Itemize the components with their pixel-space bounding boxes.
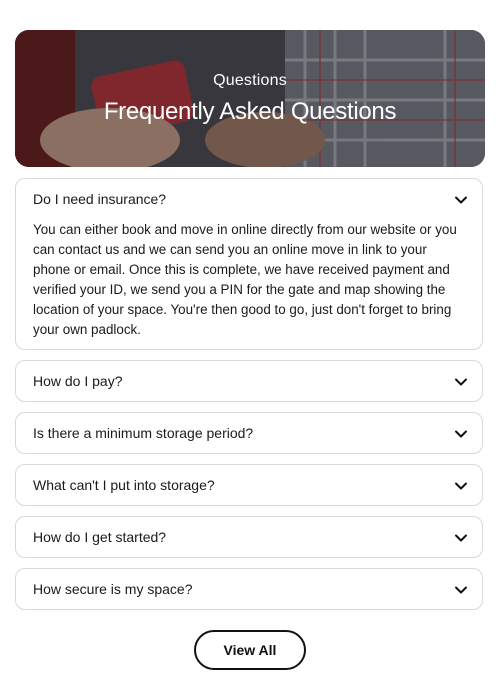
faq-item-minimum-period[interactable]: Is there a minimum storage period? <box>15 412 483 454</box>
faq-item-prohibited-items[interactable]: What can't I put into storage? <box>15 464 483 506</box>
chevron-down-icon[interactable] <box>454 193 468 207</box>
faq-question: How do I pay? <box>33 373 123 389</box>
hero-eyebrow: Questions <box>213 72 287 89</box>
chevron-down-icon[interactable] <box>454 479 468 493</box>
chevron-down-icon[interactable] <box>454 375 468 389</box>
faq-answer: You can either book and move in online d… <box>33 222 457 337</box>
faq-item-insurance[interactable]: Do I need insurance? You can either book… <box>15 178 483 350</box>
view-all-button[interactable]: View All <box>194 630 306 670</box>
faq-item-security[interactable]: How secure is my space? <box>15 568 483 610</box>
hero-banner: Questions Frequently Asked Questions <box>15 30 485 167</box>
chevron-down-icon[interactable] <box>454 427 468 441</box>
chevron-down-icon[interactable] <box>454 531 468 545</box>
faq-question: Do I need insurance? <box>33 191 167 207</box>
page-title: Frequently Asked Questions <box>103 98 397 125</box>
faq-question: Is there a minimum storage period? <box>33 425 254 441</box>
faq-item-get-started[interactable]: How do I get started? <box>15 516 483 558</box>
faq-item-payment[interactable]: How do I pay? <box>15 360 483 402</box>
faq-question: How secure is my space? <box>33 581 193 597</box>
chevron-down-icon[interactable] <box>454 583 468 597</box>
faq-question: How do I get started? <box>33 529 167 545</box>
faq-question: What can't I put into storage? <box>33 477 215 493</box>
